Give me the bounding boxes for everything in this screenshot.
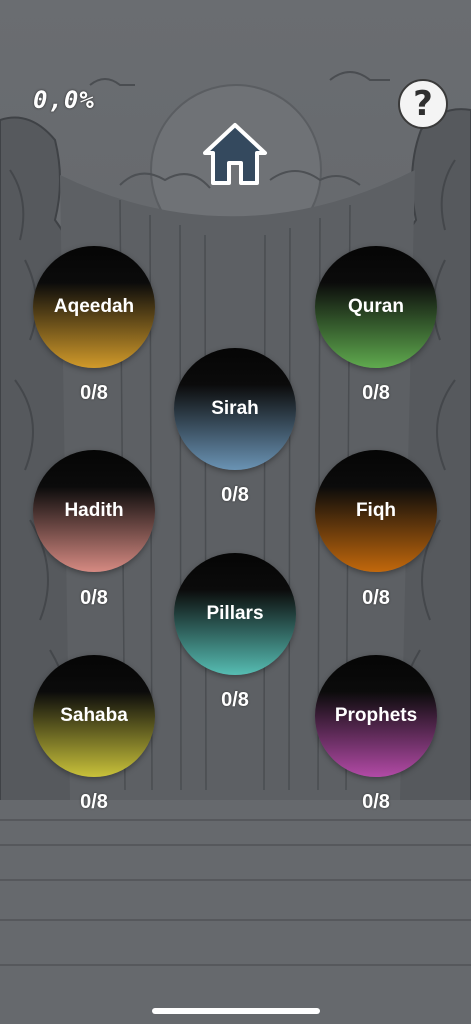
topic-count-sirah: 0/8 (221, 484, 249, 506)
topic-label: Fiqh (355, 500, 397, 521)
topic-count-hadith: 0/8 (80, 587, 108, 609)
topic-button-fiqh[interactable]: Fiqh (315, 450, 437, 572)
topic-label: Sahaba (60, 705, 128, 726)
question-mark-icon: ? (413, 84, 433, 124)
topic-label: Aqeedah (53, 296, 135, 317)
topic-label: Sirah (211, 398, 259, 419)
topic-button-prophets[interactable]: Prophets (315, 655, 437, 777)
topic-button-hadith[interactable]: Hadith (33, 450, 155, 572)
topic-button-sahaba[interactable]: Sahaba (33, 655, 155, 777)
topic-button-aqeedah[interactable]: Aqeedah (33, 246, 155, 368)
topic-count-fiqh: 0/8 (362, 587, 390, 609)
topic-count-pillars: 0/8 (221, 689, 249, 711)
topic-label: Prophets (334, 705, 418, 726)
topic-count-aqeedah: 0/8 (80, 382, 108, 404)
topic-count-prophets: 0/8 (362, 791, 390, 813)
overall-progress-text: 0,0% (33, 86, 95, 114)
topic-button-sirah[interactable]: Sirah (174, 348, 296, 470)
topic-button-pillars[interactable]: Pillars (174, 553, 296, 675)
topic-button-quran[interactable]: Quran (315, 246, 437, 368)
system-home-indicator[interactable] (152, 1008, 320, 1014)
topic-label: Quran (348, 296, 404, 317)
topic-label: Hadith (64, 500, 124, 521)
home-icon[interactable] (201, 121, 269, 188)
topic-count-sahaba: 0/8 (80, 791, 108, 813)
help-button[interactable]: ? (398, 79, 448, 129)
topic-label: Pillars (206, 603, 264, 624)
topic-count-quran: 0/8 (362, 382, 390, 404)
